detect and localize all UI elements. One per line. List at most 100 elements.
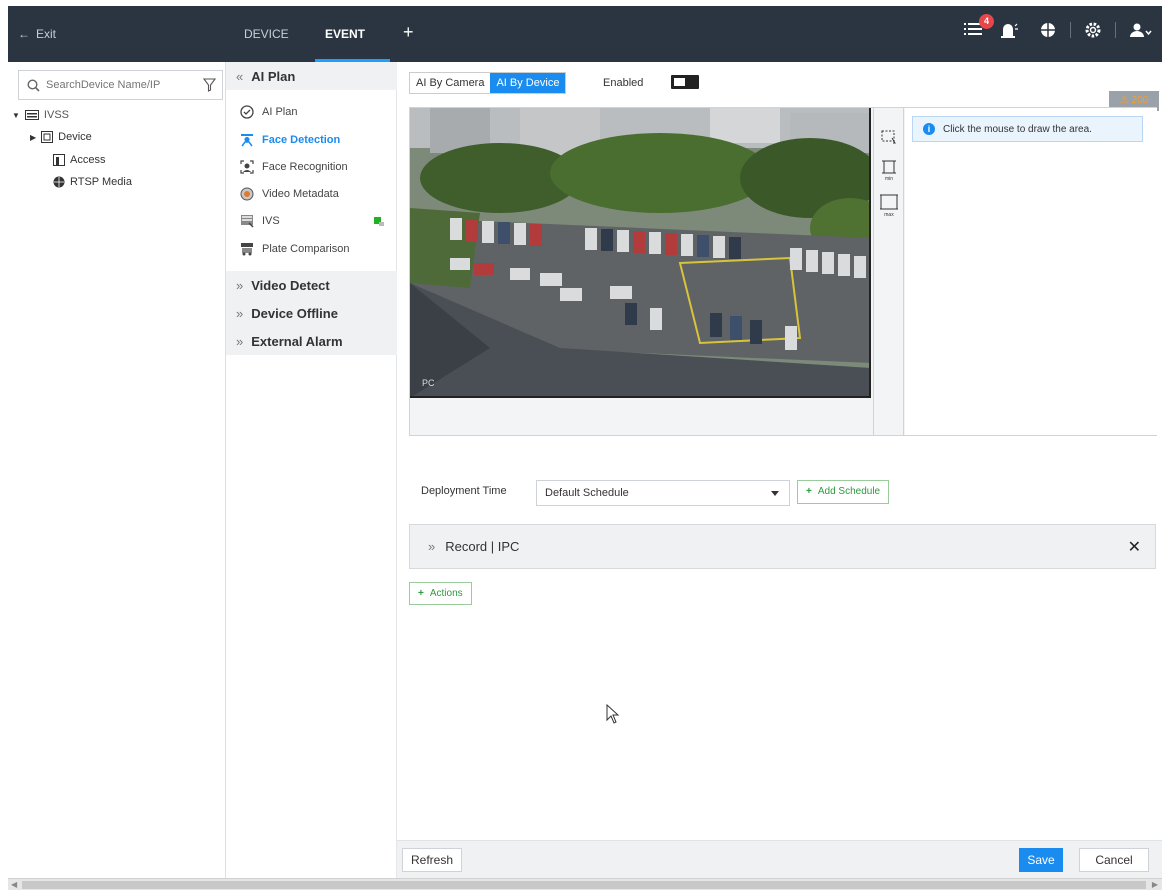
collapse-chevron-icon: « — [236, 68, 244, 84]
footer-bar: Refresh Save Cancel — [397, 840, 1162, 878]
max-size-icon[interactable]: max — [880, 192, 898, 218]
nvr-icon — [24, 110, 39, 120]
add-tab-button[interactable]: + — [403, 22, 414, 43]
menu-item-face-recognition[interactable]: Face Recognition — [240, 160, 348, 174]
draw-hint: i Click the mouse to draw the area. — [912, 116, 1143, 142]
live-video-preview[interactable]: PC — [410, 108, 871, 398]
expand-chevron-icon: » — [236, 305, 244, 321]
section-label: Device Offline — [251, 305, 338, 321]
tree-item-device[interactable]: ▶ Device — [30, 131, 92, 143]
device-tree-panel: ▼ IVSS ▶ Device Access RTSP Media — [8, 62, 226, 878]
enabled-toggle[interactable] — [671, 75, 699, 89]
top-right-toolbar: 4 — [964, 14, 1152, 38]
channel-label: PC — [422, 378, 435, 388]
device-icon — [41, 131, 54, 143]
main-content: AI By Camera AI By Device Enabled ⚠ 200 — [397, 62, 1162, 840]
tab-ai-by-camera[interactable]: AI By Camera — [410, 73, 490, 93]
menu-item-ai-plan[interactable]: AI Plan — [240, 105, 297, 119]
tab-ai-by-device[interactable]: AI By Device — [490, 73, 566, 93]
area-tools: min max — [873, 108, 904, 435]
ivs-icon — [241, 215, 254, 228]
alarm-siren-icon[interactable] — [1000, 22, 1018, 38]
horizontal-scrollbar[interactable]: ◀ ▶ — [8, 878, 1162, 890]
user-icon[interactable] — [1130, 22, 1152, 38]
exit-label: Exit — [36, 27, 57, 41]
plate-comparison-icon — [241, 243, 253, 256]
expand-chevron-icon: » — [236, 277, 244, 293]
schedule-value: Default Schedule — [545, 487, 629, 499]
tree-root-ivss[interactable]: ▼ IVSS — [12, 109, 69, 121]
cancel-button[interactable]: Cancel — [1079, 848, 1149, 872]
menu-item-ivs[interactable]: IVS — [240, 214, 390, 228]
plus-icon: + — [418, 588, 424, 599]
tree-item-label: RTSP Media — [70, 176, 132, 188]
status-shadow-icon — [379, 222, 384, 226]
video-config-area: PC min max i Click the mouse to draw the… — [409, 107, 1157, 436]
tree-item-label: Access — [70, 154, 106, 166]
network-globe-icon[interactable] — [1040, 22, 1056, 38]
filter-icon[interactable] — [203, 78, 216, 92]
gear-icon[interactable] — [1085, 22, 1101, 38]
device-search[interactable] — [18, 70, 223, 100]
actions-label: Actions — [429, 588, 463, 599]
menu-item-label: Plate Comparison — [262, 243, 350, 255]
access-door-icon — [53, 154, 65, 166]
toggle-knob — [674, 78, 685, 86]
info-panel: i Click the mouse to draw the area. — [905, 108, 1157, 435]
scroll-right-icon[interactable]: ▶ — [1152, 880, 1158, 889]
search-input[interactable] — [46, 79, 166, 91]
section-label: External Alarm — [251, 333, 343, 349]
divider — [1115, 22, 1116, 38]
video-metadata-icon — [240, 187, 254, 201]
menu-item-plate-comparison[interactable]: Plate Comparison — [240, 242, 349, 256]
scrollbar-thumb[interactable] — [22, 881, 1146, 889]
add-action-button[interactable]: + Actions — [409, 582, 472, 605]
warning-triangle-icon: ⚠ — [1119, 95, 1129, 106]
menu-item-face-detection[interactable]: Face Detection — [240, 133, 340, 147]
exit-button[interactable]: ← Exit — [18, 27, 56, 41]
event-menu: « AI Plan AI Plan Face Detection Face Re… — [226, 62, 397, 878]
add-schedule-label: Add Schedule — [817, 486, 881, 497]
schedule-select[interactable]: Default Schedule — [536, 480, 790, 506]
menu-item-label: Video Metadata — [262, 188, 339, 200]
ai-plan-icon — [240, 105, 254, 119]
refresh-button[interactable]: Refresh — [402, 848, 463, 872]
section-ai-plan[interactable]: « AI Plan — [226, 62, 397, 90]
collapsed-caret-icon: ▶ — [30, 132, 37, 142]
globe-icon — [53, 176, 65, 188]
top-bar: ← Exit DEVICE EVENT + 4 — [8, 6, 1162, 62]
alarm-list-button[interactable]: 4 — [964, 14, 994, 38]
tree-item-label: Device — [58, 131, 92, 143]
save-button[interactable]: Save — [1019, 848, 1063, 872]
record-action-row[interactable]: » Record | IPC ✕ — [409, 524, 1156, 569]
back-arrow-icon: ← — [18, 27, 30, 41]
enabled-label: Enabled — [603, 77, 644, 89]
tree-item-rtsp-media[interactable]: RTSP Media — [53, 176, 132, 188]
close-icon[interactable]: ✕ — [1128, 537, 1141, 557]
menu-item-label: IVS — [262, 215, 280, 227]
tree-item-access[interactable]: Access — [53, 154, 105, 166]
menu-item-label: AI Plan — [262, 106, 298, 118]
min-size-icon[interactable]: min — [880, 158, 898, 182]
draw-hint-text: Click the mouse to draw the area. — [943, 123, 1092, 135]
section-label: Video Detect — [251, 277, 330, 293]
menu-item-video-metadata[interactable]: Video Metadata — [240, 187, 339, 201]
section-label: AI Plan — [251, 68, 296, 84]
draw-area-icon[interactable] — [880, 128, 898, 146]
expanded-caret-icon: ▼ — [12, 110, 20, 120]
info-icon: i — [923, 123, 935, 135]
scroll-left-icon[interactable]: ◀ — [11, 880, 17, 889]
max-tool-label: max — [884, 212, 894, 218]
tab-device[interactable]: DEVICE — [244, 27, 289, 41]
section-external-alarm[interactable]: » External Alarm — [226, 327, 397, 355]
divider — [1070, 22, 1071, 38]
warning-count: 200 — [1131, 95, 1149, 106]
section-video-detect[interactable]: » Video Detect — [226, 271, 397, 299]
add-schedule-button[interactable]: + Add Schedule — [797, 480, 890, 504]
tab-event[interactable]: EVENT — [325, 27, 365, 41]
expand-chevron-icon: » — [428, 539, 436, 554]
menu-item-label: Face Detection — [262, 134, 341, 146]
section-device-offline[interactable]: » Device Offline — [226, 299, 397, 327]
expand-chevron-icon: » — [236, 333, 244, 349]
deployment-time-label: Deployment Time — [421, 485, 507, 497]
